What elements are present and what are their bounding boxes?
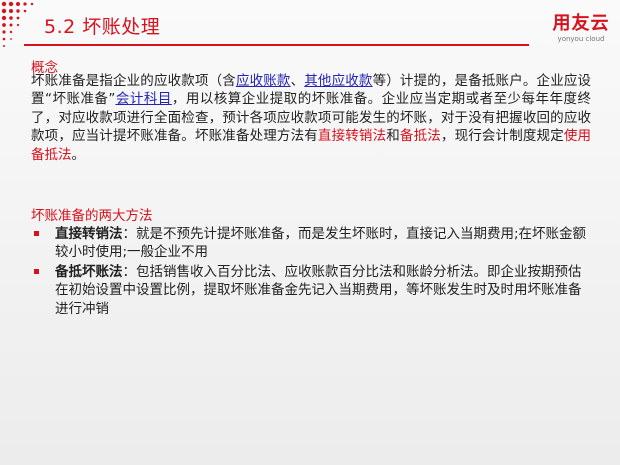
method-term: 备抵坏账法: [55, 263, 123, 280]
method-description: ：包括销售收入百分比法、应收账款百分比法和账龄分析法。即企业按期预估在初始设置中…: [55, 263, 582, 317]
logo-text: 用友云: [552, 13, 610, 34]
text-run: 坏账准备是指企业的应收款项（含: [31, 73, 236, 89]
method-term: 直接转销法: [55, 226, 123, 242]
page-title: 5.2 坏账处理: [44, 16, 161, 38]
highlight-direct-writeoff: 直接转销法: [317, 128, 387, 145]
section-heading-methods: 坏账准备的两大方法: [31, 208, 153, 224]
title-underline: [24, 44, 529, 46]
method-description: ：就是不预先计提坏账准备，而是发生坏账时，直接记入当期费用;在坏账金额较小时使用…: [55, 226, 587, 261]
concept-paragraph: 坏账准备是指企业的应收款项（含应收账款、其他应收款等）计提的，是备抵账户。企业应…: [31, 72, 591, 164]
text-run: 和: [386, 128, 400, 145]
methods-list: 直接转销法：就是不预先计提坏账准备，而是发生坏账时，直接记入当期费用;在坏账金额…: [31, 225, 591, 319]
logo-subtext: yonyou cloud: [557, 35, 605, 43]
list-item: 备抵坏账法：包括销售收入百分比法、应收账款百分比法和账龄分析法。即企业按期预估在…: [31, 263, 591, 318]
link-accounts-receivable[interactable]: 应收账款: [236, 73, 291, 89]
slide: 5.2 坏账处理 用友云 yonyou cloud 概念 坏账准备是指企业的应收…: [0, 0, 620, 465]
link-accounting-subject[interactable]: 会计科目: [115, 91, 171, 107]
square-bullet-icon: [34, 268, 39, 274]
brand-logo: 用友云 yonyou cloud: [548, 14, 614, 44]
text-run: 。: [71, 146, 86, 163]
list-item: 直接转销法：就是不预先计提坏账准备，而是发生坏账时，直接记入当期费用;在坏账金额…: [31, 225, 591, 262]
highlight-allowance-method: 备抵法: [399, 128, 441, 145]
text-run: ，现行会计制度规定: [440, 128, 564, 145]
square-bullet-icon: [34, 231, 39, 236]
link-other-receivables[interactable]: 其他应收款: [304, 73, 372, 89]
text-run: 、: [290, 73, 305, 89]
